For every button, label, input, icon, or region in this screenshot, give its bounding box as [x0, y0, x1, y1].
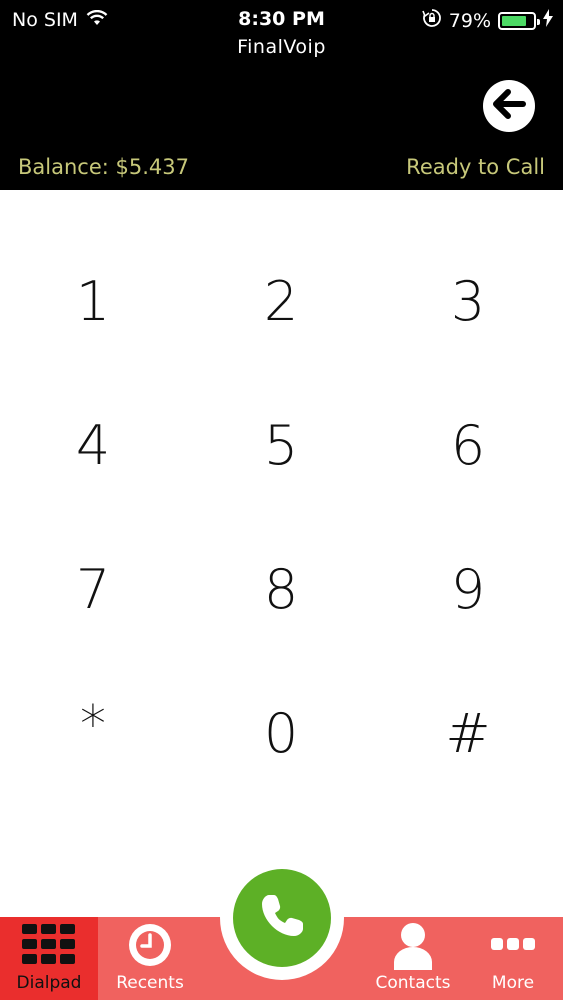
key-hash[interactable]: #: [398, 678, 538, 788]
battery-icon: [498, 11, 540, 30]
tab-label: Recents: [116, 973, 184, 993]
charging-bolt-icon: [543, 9, 553, 32]
key-2[interactable]: 2: [211, 246, 351, 356]
tab-contacts[interactable]: Contacts: [366, 917, 460, 1000]
battery-group: 79%: [422, 8, 553, 33]
tab-recents[interactable]: Recents: [104, 917, 196, 1000]
person-icon: [392, 917, 434, 973]
phone-icon: [257, 891, 307, 945]
clock-icon: [126, 917, 174, 973]
key-5[interactable]: 5: [211, 390, 351, 500]
balance-label: Balance: $5.437: [18, 155, 189, 179]
back-button[interactable]: [483, 80, 535, 132]
app-header: FinalVoip Balance: $5.437 Ready to Call: [0, 36, 563, 190]
key-1[interactable]: 1: [23, 246, 163, 356]
key-0[interactable]: 0: [211, 678, 351, 788]
rotation-lock-icon: [422, 8, 442, 33]
arrow-left-circle-icon: [492, 89, 526, 123]
tab-label: Dialpad: [16, 973, 82, 993]
tab-label: Contacts: [375, 973, 451, 993]
key-star[interactable]: *: [23, 670, 163, 780]
status-bar: No SIM 8:30 PM 79%: [0, 0, 563, 36]
key-3[interactable]: 3: [398, 246, 538, 356]
dial-pad: 1 2 3 4 5 6 7 8 9 * 0 #: [0, 190, 563, 810]
battery-percent: 79%: [448, 9, 491, 32]
tab-more[interactable]: More: [466, 917, 560, 1000]
call-button[interactable]: [233, 869, 331, 967]
battery-level: [502, 15, 526, 26]
grid-icon: [22, 917, 76, 973]
tab-dialpad[interactable]: Dialpad: [0, 917, 98, 1000]
dots-icon: [491, 917, 535, 973]
key-9[interactable]: 9: [398, 534, 538, 644]
app-title: FinalVoip: [237, 36, 326, 58]
call-status-label: Ready to Call: [406, 155, 545, 179]
tab-label: More: [491, 973, 535, 993]
key-7[interactable]: 7: [23, 534, 163, 644]
key-6[interactable]: 6: [398, 390, 538, 500]
key-4[interactable]: 4: [23, 390, 163, 500]
key-8[interactable]: 8: [211, 534, 351, 644]
